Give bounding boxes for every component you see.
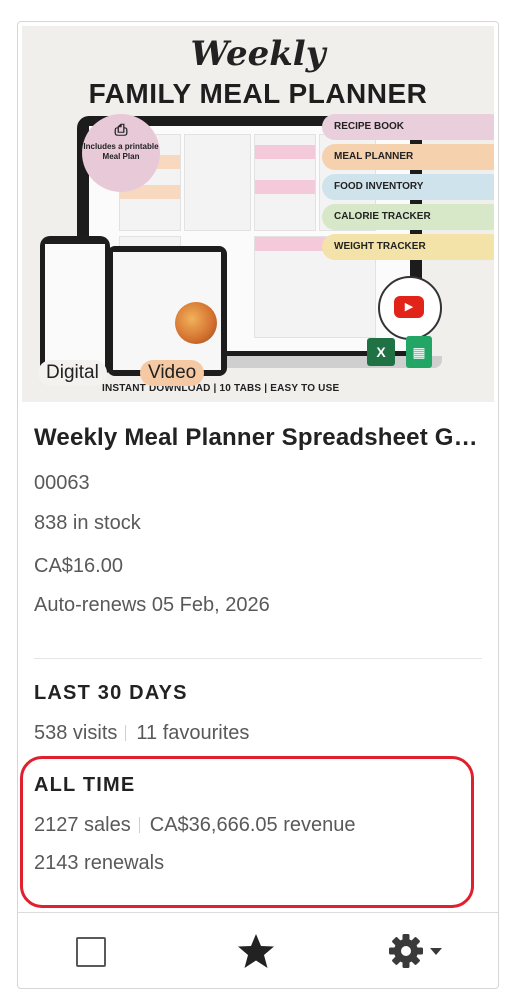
listing-sku: 00063 (34, 472, 90, 494)
listing-card: Weekly FAMILY MEAL PLANNER ⎙ Includes a … (17, 21, 499, 989)
badge-text: Includes a printable Meal Plan (83, 142, 159, 161)
thumbnail-footer: INSTANT DOWNLOAD | 10 TABS | EASY TO USE (102, 383, 340, 394)
tablet-mockup (107, 246, 227, 376)
tablet-screen (113, 252, 221, 370)
stat-separator (125, 725, 127, 741)
listing-title[interactable]: Weekly Meal Planner Spreadsheet Google S… (34, 424, 484, 452)
visits-count: 538 visits (34, 722, 118, 744)
tag-video: Video (140, 360, 205, 386)
star-icon[interactable] (236, 931, 276, 971)
last-30-days-stats: 538 visits 11 favourites (34, 722, 249, 745)
checkbox-icon[interactable] (76, 937, 106, 967)
sheet-column (254, 134, 316, 231)
pill-recipe-book: RECIPE BOOK (322, 114, 494, 140)
listing-price: CA$16.00 (34, 555, 123, 577)
favourites-count: 11 favourites (136, 722, 250, 744)
sheet-column (184, 134, 251, 231)
youtube-icon: ▶ (394, 296, 424, 318)
listing-stock: 838 in stock (34, 512, 141, 534)
pill-weight-tracker: WEIGHT TRACKER (322, 234, 494, 260)
phone-mockup (40, 236, 110, 376)
all-time-highlight (20, 756, 474, 908)
section-divider (34, 658, 482, 659)
pill-calorie-tracker: CALORIE TRACKER (322, 204, 494, 230)
food-photo (175, 302, 217, 344)
pill-food-inventory: FOOD INVENTORY (322, 174, 494, 200)
excel-icon: X (367, 338, 395, 366)
pill-meal-planner: MEAL PLANNER (322, 144, 494, 170)
thumbnail-headline: FAMILY MEAL PLANNER (88, 78, 428, 109)
tag-digital: Digital (38, 360, 107, 386)
phone-screen (45, 244, 105, 368)
listing-thumbnail[interactable]: Weekly FAMILY MEAL PLANNER ⎙ Includes a … (22, 26, 494, 402)
last-30-days-heading: LAST 30 DAYS (34, 682, 188, 704)
thumbnail-script-title: Weekly (190, 34, 326, 74)
card-toolbar (18, 912, 498, 988)
printer-icon: ⎙ (114, 122, 128, 139)
chevron-down-icon (430, 948, 442, 955)
printable-badge: ⎙ Includes a printable Meal Plan (82, 114, 160, 192)
video-tutorial-badge: ▶ (378, 276, 442, 340)
listing-renews: Auto-renews 05 Feb, 2026 (34, 594, 270, 616)
google-sheets-icon: ▦ (406, 336, 432, 368)
gear-icon[interactable] (386, 931, 452, 971)
